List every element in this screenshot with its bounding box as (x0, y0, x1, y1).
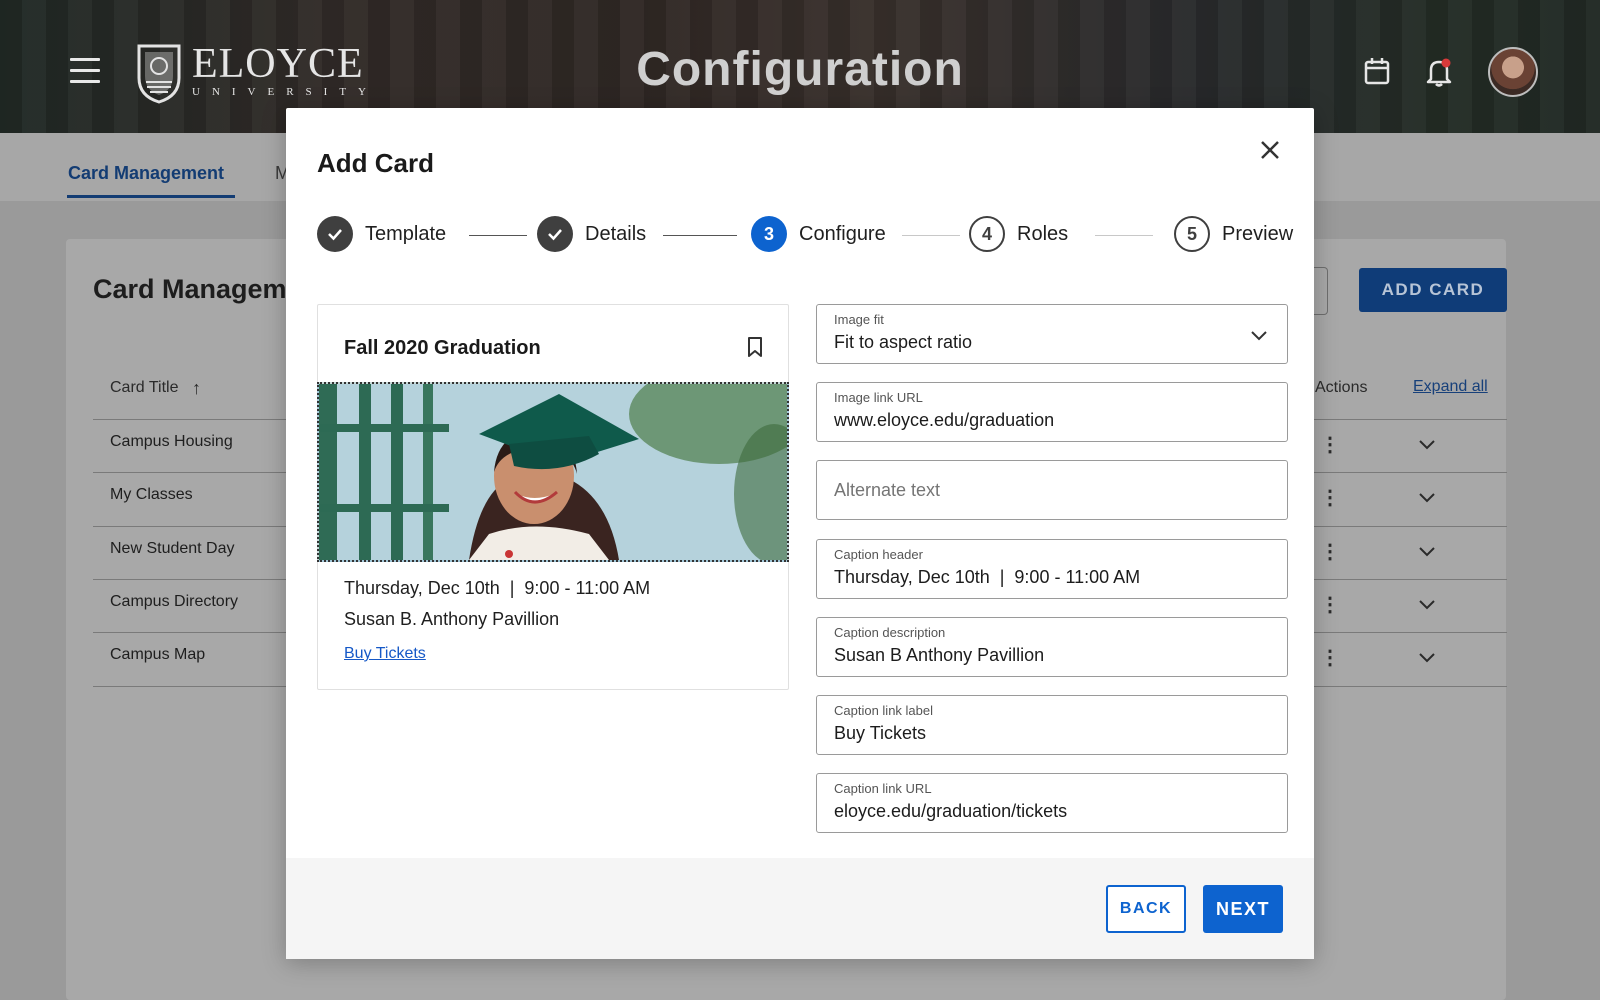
more-actions-icon[interactable]: ⋮ (1320, 645, 1340, 670)
chevron-down-icon[interactable] (1418, 489, 1436, 507)
field-placeholder: Alternate text (834, 480, 941, 500)
table-row[interactable]: My Classes (110, 486, 193, 504)
bell-icon[interactable] (1424, 56, 1454, 88)
check-icon (537, 216, 573, 252)
dialog-footer: BACK NEXT (286, 858, 1314, 959)
dialog-title: Add Card (317, 148, 434, 178)
page-title: Configuration (636, 43, 964, 96)
sort-ascending-icon[interactable]: ↑ (192, 378, 201, 399)
progress-stepper: Template Details 3 Configure 4 Roles 5 P… (317, 216, 1297, 256)
close-icon[interactable] (1254, 134, 1286, 166)
field-label: Caption link URL (834, 781, 932, 796)
step-connector (663, 235, 737, 236)
expand-all-link[interactable]: Expand all (1413, 378, 1488, 396)
add-card-dialog: Add Card Template Details 3 Configure 4 … (286, 108, 1314, 959)
chevron-down-icon[interactable] (1418, 436, 1436, 454)
field-value: www.eloyce.edu/graduation (834, 410, 1055, 430)
calendar-icon[interactable] (1363, 56, 1391, 86)
back-button[interactable]: BACK (1106, 885, 1186, 933)
field-label: Caption description (834, 625, 946, 640)
caption-link-label-field[interactable]: Caption link label Buy Tickets (816, 695, 1288, 755)
preview-caption-description: Susan B. Anthony Pavillion (344, 609, 560, 629)
caption-description-field[interactable]: Caption description Susan B Anthony Pavi… (816, 617, 1288, 677)
step-label: Roles (1017, 222, 1069, 245)
step-connector (902, 235, 960, 236)
chevron-down-icon[interactable] (1418, 543, 1436, 561)
more-actions-icon[interactable]: ⋮ (1320, 592, 1340, 617)
table-row[interactable]: Campus Map (110, 646, 205, 664)
step-number: 3 (751, 216, 787, 252)
column-header-card-title[interactable]: Card Title (110, 379, 178, 397)
field-value: Buy Tickets (834, 723, 927, 743)
step-label: Preview (1222, 222, 1294, 245)
more-actions-icon[interactable]: ⋮ (1320, 432, 1340, 457)
avatar[interactable] (1488, 47, 1538, 97)
field-label: Caption link label (834, 703, 934, 718)
alternate-text-field[interactable]: Alternate text (816, 460, 1288, 520)
step-label: Configure (799, 222, 886, 245)
caption-header-field[interactable]: Caption header Thursday, Dec 10th | 9:00… (816, 539, 1288, 599)
next-button[interactable]: NEXT (1203, 885, 1283, 933)
preview-card-title: Fall 2020 Graduation (344, 337, 541, 359)
add-card-button[interactable]: ADD CARD (1359, 268, 1507, 312)
step-preview[interactable]: 5 Preview (1174, 216, 1293, 252)
field-value: Thursday, Dec 10th | 9:00 - 11:00 AM (834, 567, 1141, 587)
chevron-down-icon[interactable] (1418, 596, 1436, 614)
more-actions-icon[interactable]: ⋮ (1320, 485, 1340, 510)
field-value: eloyce.edu/graduation/tickets (834, 801, 1068, 821)
step-roles[interactable]: 4 Roles (969, 216, 1068, 252)
field-label: Caption header (834, 547, 923, 562)
table-row[interactable]: Campus Directory (110, 593, 238, 611)
tab-card-management[interactable]: Card Management (68, 163, 224, 184)
step-details[interactable]: Details (537, 216, 646, 252)
check-icon (317, 216, 353, 252)
caption-link-url-field[interactable]: Caption link URL eloyce.edu/graduation/t… (816, 773, 1288, 833)
step-template[interactable]: Template (317, 216, 446, 252)
step-label: Template (365, 222, 447, 245)
chevron-down-icon[interactable] (1249, 325, 1269, 345)
buy-tickets-link[interactable]: Buy Tickets (344, 645, 426, 663)
step-connector (469, 235, 527, 236)
step-configure[interactable]: 3 Configure (751, 216, 886, 252)
image-link-url-field[interactable]: Image link URL www.eloyce.edu/graduation (816, 382, 1288, 442)
card-preview: Fall 2020 Graduation Thursday, Dec 10th … (317, 304, 789, 690)
field-value: Susan B Anthony Pavillion (834, 645, 1045, 665)
step-number: 5 (1174, 216, 1210, 252)
more-actions-icon[interactable]: ⋮ (1320, 539, 1340, 564)
preview-caption-header: Thursday, Dec 10th | 9:00 - 11:00 AM (344, 578, 651, 598)
chevron-down-icon[interactable] (1418, 649, 1436, 667)
field-label: Image fit (834, 312, 884, 327)
step-connector (1095, 235, 1153, 236)
field-value: Fit to aspect ratio (834, 332, 973, 352)
table-row[interactable]: New Student Day (110, 540, 235, 558)
table-row[interactable]: Campus Housing (110, 433, 233, 451)
graduation-photo[interactable] (317, 382, 789, 562)
step-number: 4 (969, 216, 1005, 252)
bookmark-icon[interactable] (744, 335, 766, 359)
column-header-actions: Actions (1315, 379, 1368, 396)
step-label: Details (585, 222, 647, 245)
tab-active-indicator (67, 195, 235, 198)
image-fit-select[interactable]: Image fit Fit to aspect ratio (816, 304, 1288, 364)
field-label: Image link URL (834, 390, 923, 405)
